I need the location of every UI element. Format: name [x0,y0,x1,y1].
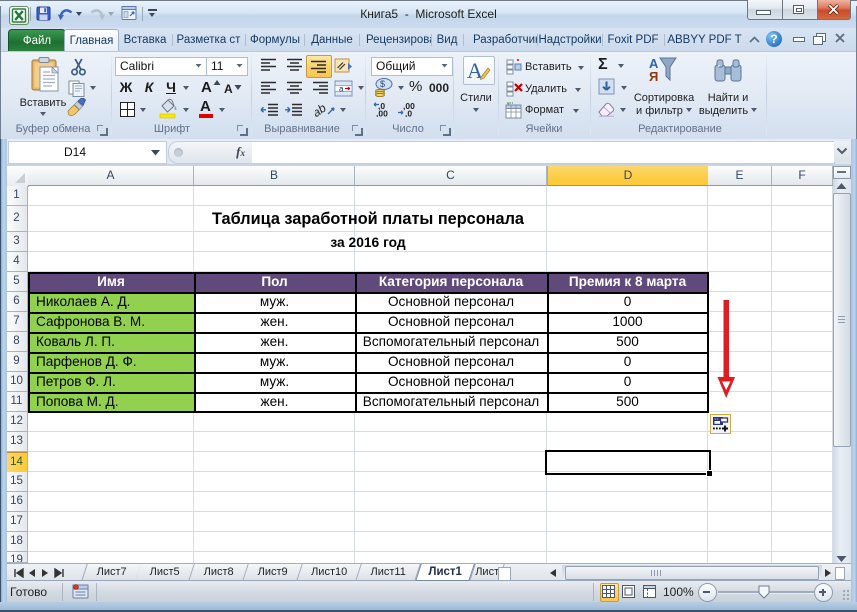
svg-text:a: a [339,85,344,94]
svg-text:Я: Я [649,69,658,84]
svg-text:ab: ab [315,102,329,119]
svg-text:,0: ,0 [405,109,412,118]
svg-text:,00: ,00 [376,109,388,118]
svg-text:$: $ [380,79,385,89]
